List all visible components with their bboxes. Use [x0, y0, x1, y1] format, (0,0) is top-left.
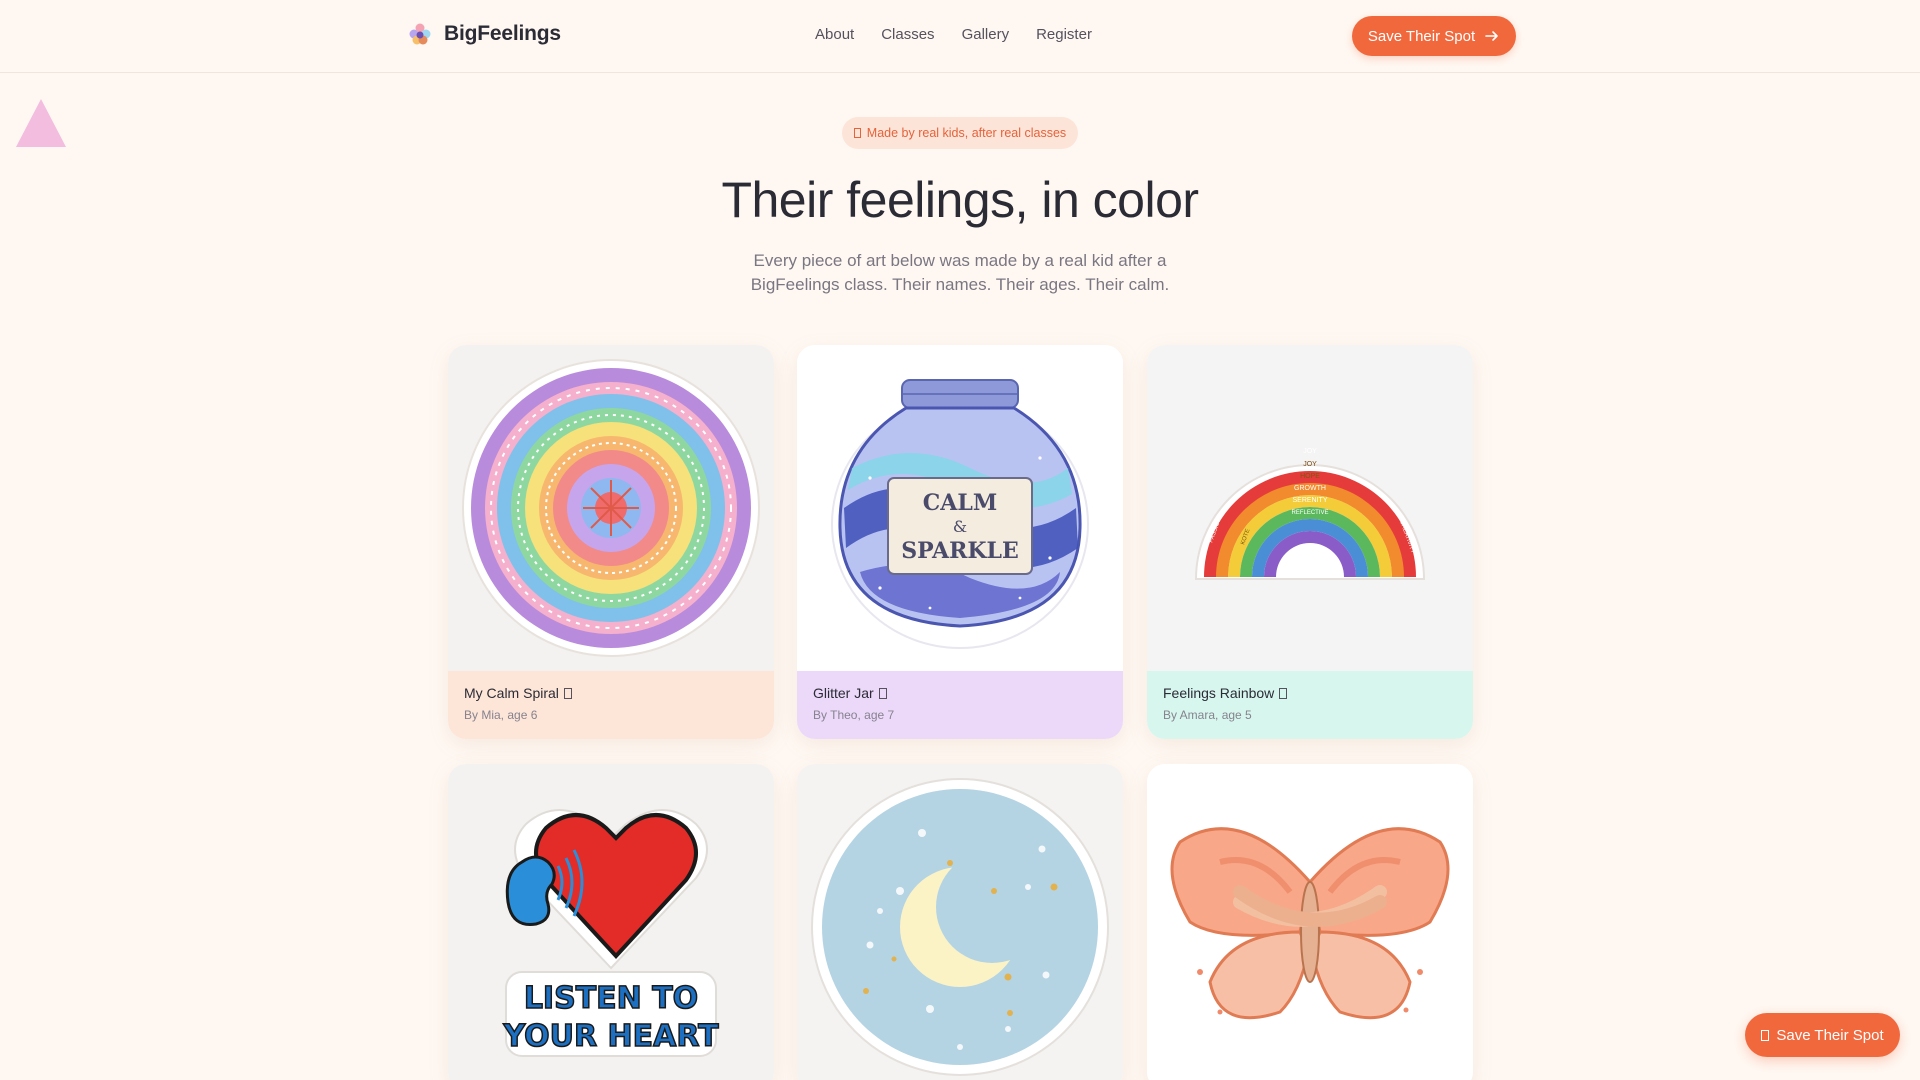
art-image: JOY JOY HOPE GROWTH SERENITY REFLECTIVE … [1147, 345, 1473, 671]
jar-label-line-1: CALM [923, 490, 997, 516]
emoji-icon [563, 687, 572, 699]
card-title-text: Feelings Rainbow [1163, 685, 1275, 701]
card-title-text: My Calm Spiral [464, 685, 559, 701]
card-byline: By Amara, age 5 [1163, 708, 1252, 722]
gallery-card[interactable]: My Calm Spiral By Mia, age 6 [448, 345, 774, 739]
page-subtitle: Every piece of art below was made by a r… [660, 249, 1260, 297]
card-byline: By Theo, age 7 [813, 708, 895, 722]
art-image: CALM & SPARKLE [797, 345, 1123, 671]
art-image [797, 764, 1123, 1080]
cta-label: Save Their Spot [1367, 27, 1476, 45]
moon-and-stars-art [811, 778, 1109, 1076]
emoji-icon [1279, 687, 1288, 699]
arrow-right-icon [1485, 31, 1498, 41]
subtitle-line-1: Every piece of art below was made by a r… [753, 251, 1167, 270]
decorative-triangle [16, 99, 66, 147]
card-caption: Feelings Rainbow By Amara, age 5 [1147, 671, 1473, 739]
rainbow-word-3: HOPE [1300, 473, 1320, 480]
main-nav: About Classes Gallery Register [815, 26, 1092, 43]
nav-gallery[interactable]: Gallery [962, 26, 1010, 43]
hero-badge: Made by real kids, after real classes [842, 117, 1078, 149]
rainbow-word-1: JOY [1303, 448, 1317, 455]
rainbow-word-5: SERENITY [1292, 497, 1327, 504]
nav-register[interactable]: Register [1036, 26, 1092, 43]
card-byline: By Mia, age 6 [464, 708, 538, 722]
flower-logo-icon [409, 23, 431, 45]
emoji-icon [878, 687, 887, 699]
gallery-card[interactable]: CALM & SPARKLE Glitter Jar By Theo, age … [797, 345, 1123, 739]
floating-cta-label: Save Their Spot [1776, 1026, 1884, 1044]
gallery-card[interactable] [797, 764, 1123, 1080]
floating-save-their-spot-button[interactable]: Save Their Spot [1745, 1013, 1900, 1057]
brand-name: BigFeelings [444, 22, 561, 45]
jar-label-line-3: SPARKLE [901, 538, 1019, 564]
listen-to-your-heart-art: LISTEN TO YOUR HEART [502, 809, 720, 1057]
art-heart-line-1: LISTEN TO [524, 981, 698, 1016]
card-caption: My Calm Spiral By Mia, age 6 [448, 671, 774, 739]
sparkle-icon [853, 128, 861, 138]
art-heart-line-2: YOUR HEART [502, 1019, 719, 1054]
rainbow-word-4: GROWTH [1294, 485, 1326, 492]
subtitle-line-2: BigFeelings class. Their names. Their ag… [750, 275, 1170, 294]
hero-badge-text: Made by real kids, after real classes [866, 126, 1067, 140]
nav-classes[interactable]: Classes [881, 26, 934, 43]
rainbow-mandala-art [462, 359, 760, 657]
gallery-card[interactable]: LISTEN TO YOUR HEART [448, 764, 774, 1080]
rainbow-word-2: JOY [1303, 461, 1317, 468]
card-caption: Glitter Jar By Theo, age 7 [797, 671, 1123, 739]
card-title: My Calm Spiral [464, 685, 758, 701]
save-their-spot-button[interactable]: Save Their Spot [1352, 16, 1516, 56]
card-title: Glitter Jar [813, 685, 1107, 701]
card-title: Feelings Rainbow [1163, 685, 1457, 701]
feelings-rainbow-art: JOY JOY HOPE GROWTH SERENITY REFLECTIVE … [1194, 448, 1426, 580]
ticket-icon [1761, 1029, 1770, 1041]
card-title-text: Glitter Jar [813, 685, 874, 701]
jar-label-line-2: & [953, 517, 967, 536]
nav-about[interactable]: About [815, 26, 854, 43]
art-image [1147, 764, 1473, 1080]
gallery-card[interactable]: JOY JOY HOPE GROWTH SERENITY REFLECTIVE … [1147, 345, 1473, 739]
art-image [448, 345, 774, 671]
gallery-card[interactable] [1147, 764, 1473, 1080]
calm-sparkle-jar-art: CALM & SPARKLE [831, 379, 1089, 649]
site-header: BigFeelings About Classes Gallery Regist… [0, 0, 1920, 73]
art-image: LISTEN TO YOUR HEART [448, 764, 774, 1080]
page-title: Their feelings, in color [721, 172, 1199, 228]
butterfly-hug-art [1170, 827, 1450, 1020]
logo[interactable]: BigFeelings [408, 22, 561, 46]
rainbow-word-6: REFLECTIVE [1291, 510, 1328, 516]
